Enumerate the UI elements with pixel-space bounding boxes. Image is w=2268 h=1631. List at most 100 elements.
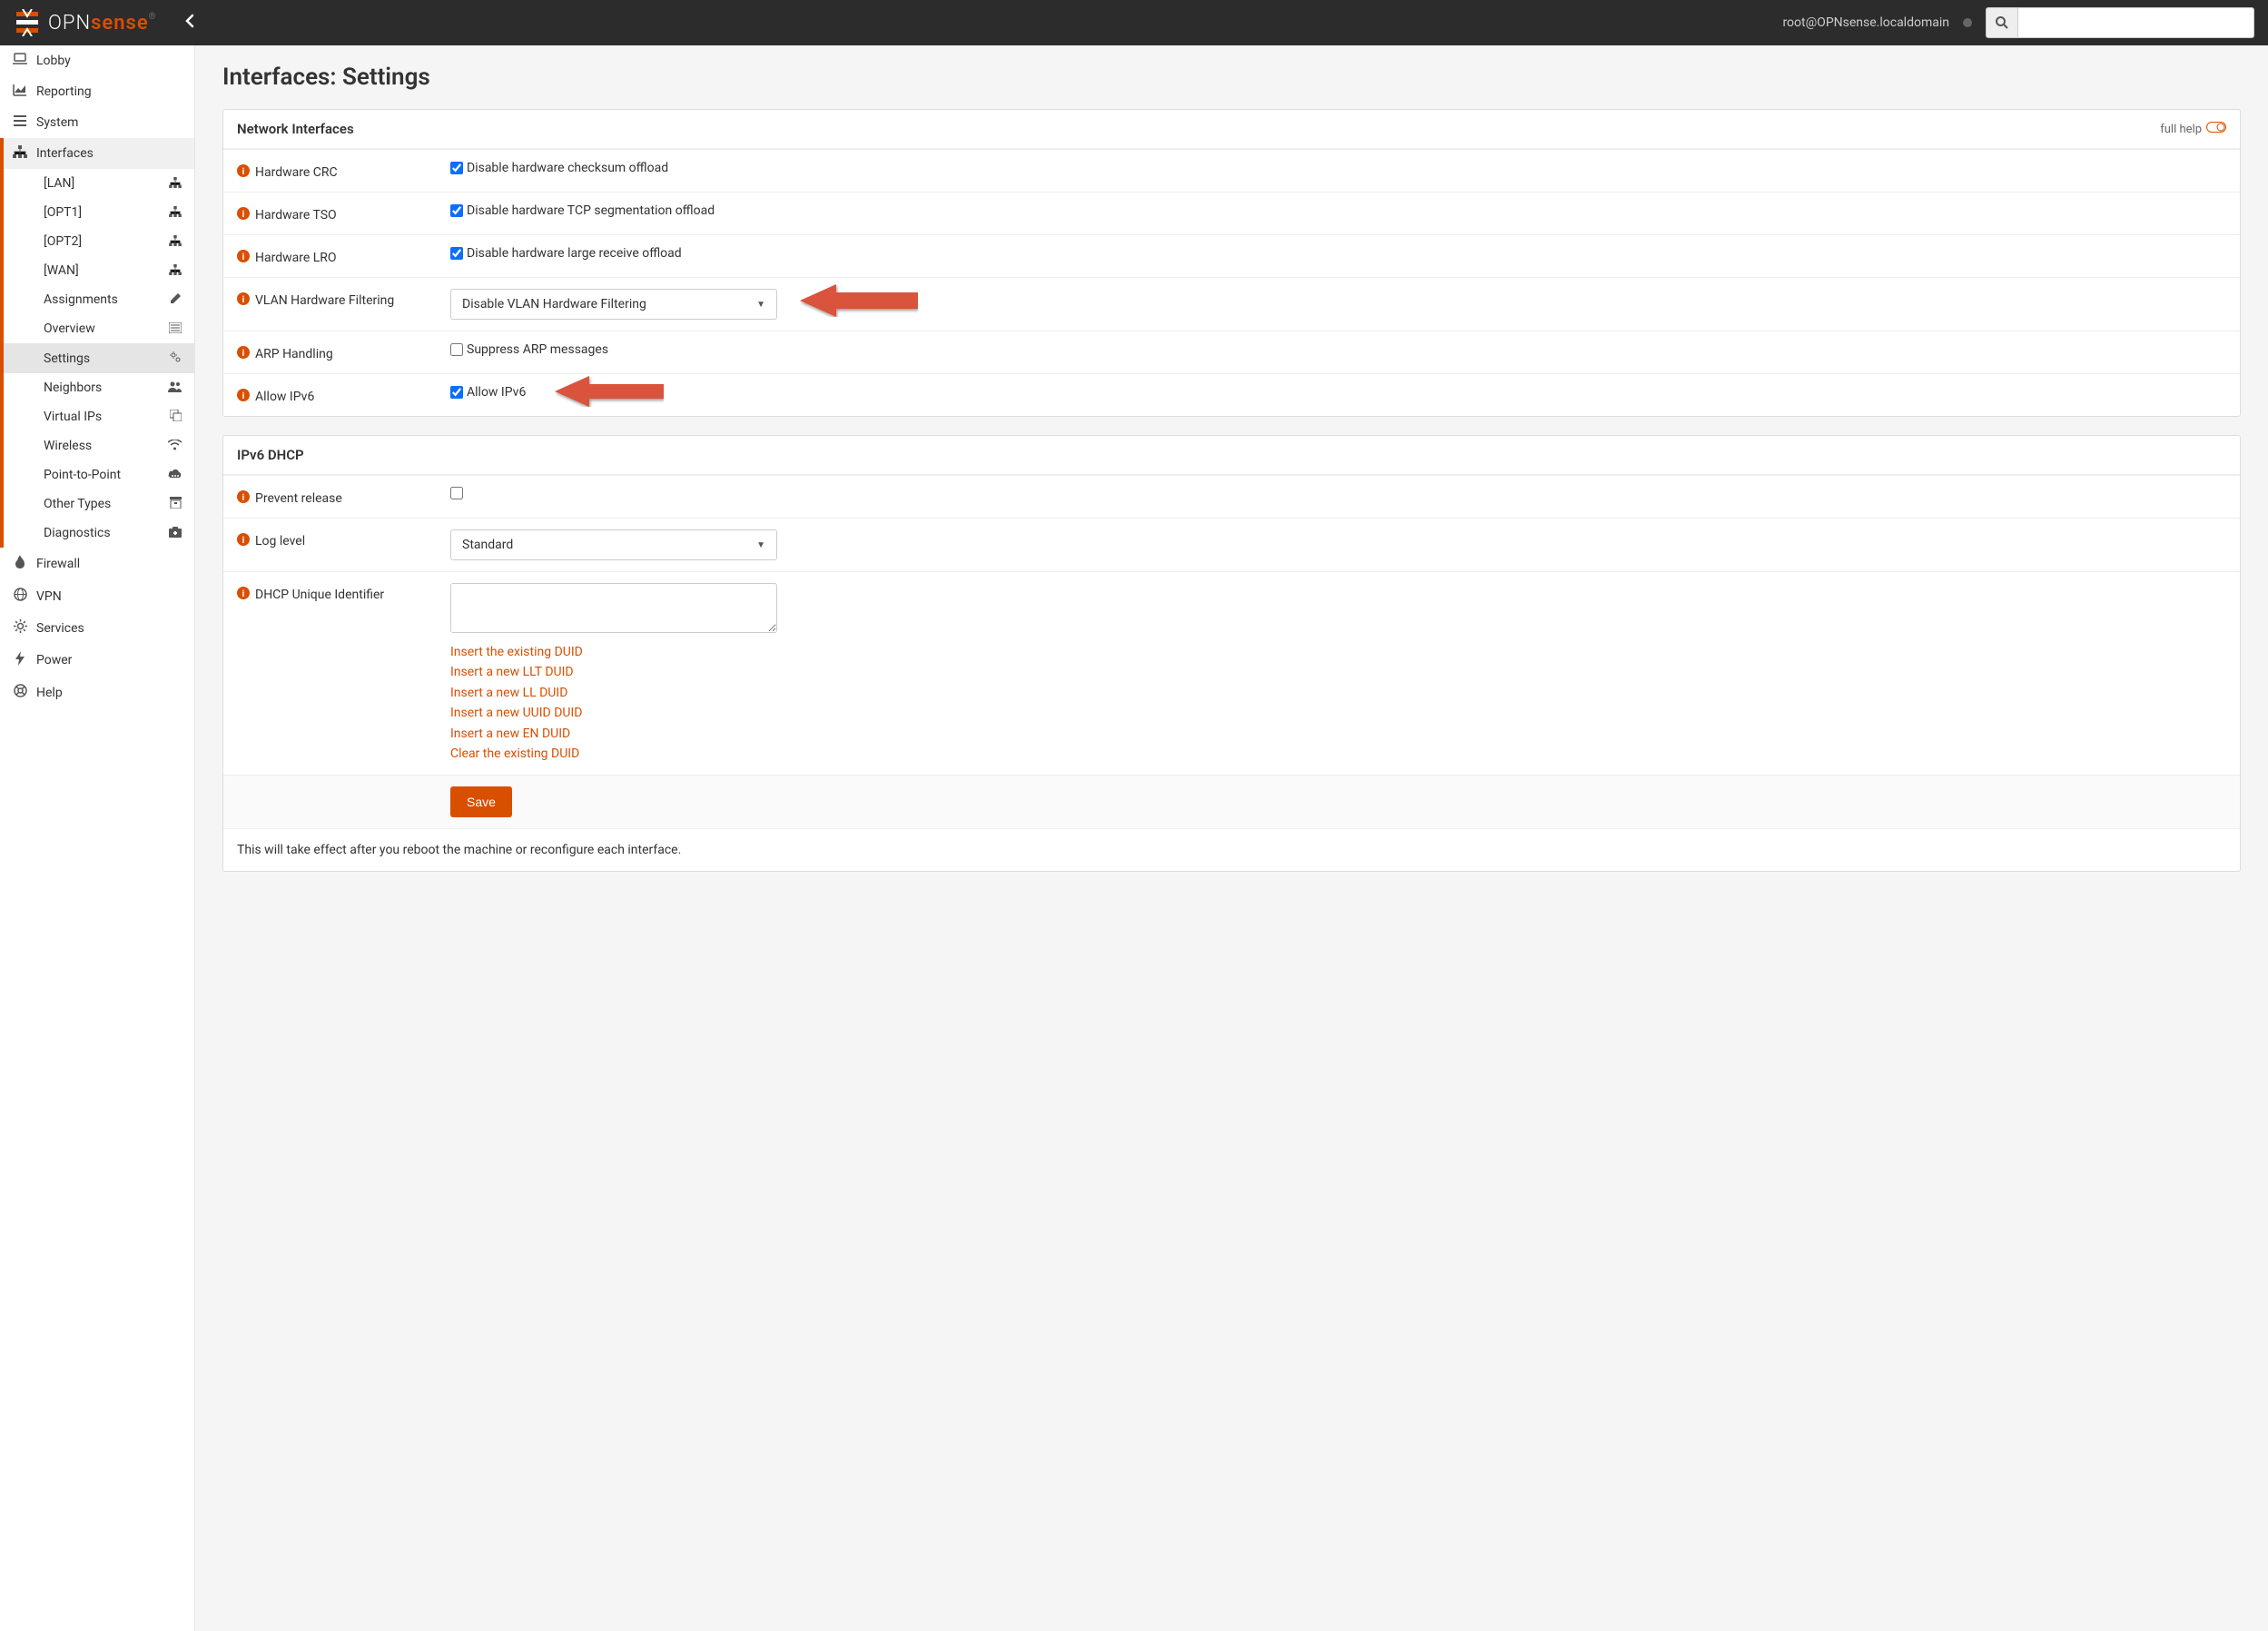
sidebar-item-lobby[interactable]: Lobby xyxy=(0,45,194,76)
fire-icon xyxy=(13,555,27,573)
save-button[interactable]: Save xyxy=(450,786,512,817)
duid-link[interactable]: Insert a new EN DUID xyxy=(450,724,2226,744)
svg-text:i: i xyxy=(242,391,245,401)
sidebar-sub-opt1[interactable]: [OPT1] xyxy=(0,198,194,227)
full-help-toggle[interactable]: full help xyxy=(2160,122,2226,136)
sidebar-item-label: [WAN] xyxy=(44,263,79,278)
duid-link[interactable]: Clear the existing DUID xyxy=(450,744,2226,764)
sidebar-item-label: Assignments xyxy=(44,292,118,307)
sidebar-item-label: Overview xyxy=(44,321,95,336)
checkbox-hardware-tso[interactable] xyxy=(450,204,463,217)
app-header: OPNsense® root@OPNsense.localdomain xyxy=(0,0,2268,45)
sidebar-item-label: Point-to-Point xyxy=(44,468,121,482)
status-dot-icon[interactable] xyxy=(1963,18,1972,27)
info-icon[interactable]: i xyxy=(237,587,250,603)
duid-link[interactable]: Insert a new LLT DUID xyxy=(450,662,2226,682)
info-icon[interactable]: i xyxy=(237,207,250,223)
sidebar-item-help[interactable]: Help xyxy=(0,677,194,708)
search-icon xyxy=(1996,16,2008,29)
sidebar-sub-other-types[interactable]: Other Types xyxy=(0,489,194,519)
info-icon[interactable]: i xyxy=(237,533,250,549)
search-input[interactable] xyxy=(2018,7,2254,38)
sidebar-sub-overview[interactable]: Overview xyxy=(0,314,194,343)
page-title: Interfaces: Settings xyxy=(222,64,2241,91)
area-chart-icon xyxy=(13,84,27,100)
svg-text:i: i xyxy=(242,295,245,305)
sidebar-sub-point-to-point[interactable]: Point-to-Point xyxy=(0,460,194,489)
sidebar-item-label: [OPT1] xyxy=(44,205,82,220)
duid-link[interactable]: Insert a new UUID DUID xyxy=(450,703,2226,723)
svg-text:i: i xyxy=(242,589,245,599)
search-group xyxy=(1986,7,2254,38)
sidebar-item-vpn[interactable]: VPN xyxy=(0,580,194,612)
sidebar-sub-wan[interactable]: [WAN] xyxy=(0,256,194,285)
checkbox-label: Disable hardware checksum offload xyxy=(467,161,668,175)
duid-link[interactable]: Insert a new LL DUID xyxy=(450,683,2226,703)
sidebar-item-label: Firewall xyxy=(36,557,80,571)
checkbox-hardware-lro[interactable] xyxy=(450,247,463,260)
sidebar-item-reporting[interactable]: Reporting xyxy=(0,76,194,107)
brand-logo[interactable]: OPNsense® xyxy=(14,9,157,36)
sidebar-sub-neighbors[interactable]: Neighbors xyxy=(0,373,194,402)
medkit-icon xyxy=(169,527,182,540)
svg-text:i: i xyxy=(242,536,245,546)
checkbox-label: Suppress ARP messages xyxy=(467,342,608,357)
sidebar-item-system[interactable]: System xyxy=(0,107,194,138)
sidebar-sub-settings[interactable]: Settings xyxy=(0,343,194,373)
field-label-prevent-release: Prevent release xyxy=(255,491,342,506)
checkbox-arp[interactable] xyxy=(450,343,463,356)
life-ring-icon xyxy=(13,684,27,701)
info-icon[interactable]: i xyxy=(237,346,250,362)
sidebar-item-label: Settings xyxy=(44,351,90,366)
textarea-duid[interactable] xyxy=(450,583,777,633)
sidebar-item-label: Reporting xyxy=(36,84,92,99)
field-label-duid: DHCP Unique Identifier xyxy=(255,588,384,602)
sidebar-item-label: Other Types xyxy=(44,497,111,511)
user-label: root@OPNsense.localdomain xyxy=(1782,15,1949,30)
svg-text:i: i xyxy=(242,493,245,503)
sidebar-sub-opt2[interactable]: [OPT2] xyxy=(0,227,194,256)
sidebar-item-interfaces[interactable]: Interfaces xyxy=(0,138,194,169)
field-label-ipv6: Allow IPv6 xyxy=(255,390,314,404)
globe-icon xyxy=(13,588,27,605)
sidebar-item-power[interactable]: Power xyxy=(0,644,194,677)
select-vlan-filtering[interactable]: Disable VLAN Hardware Filtering ▼ xyxy=(450,289,777,320)
panel-title: IPv6 DHCP xyxy=(237,447,304,463)
checkbox-allow-ipv6[interactable] xyxy=(450,386,463,399)
sidebar-item-label: Diagnostics xyxy=(44,526,111,540)
header-right: root@OPNsense.localdomain xyxy=(1782,7,2254,38)
sidebar-item-firewall[interactable]: Firewall xyxy=(0,548,194,580)
sidebar-item-label: Neighbors xyxy=(44,381,102,395)
field-label-arp: ARP Handling xyxy=(255,347,333,361)
sidebar-sub-assignments[interactable]: Assignments xyxy=(0,285,194,314)
select-value: Standard xyxy=(462,538,513,552)
svg-text:i: i xyxy=(242,349,245,359)
panel-title: Network Interfaces xyxy=(237,121,354,137)
info-icon[interactable]: i xyxy=(237,490,250,507)
sidebar-sub-diagnostics[interactable]: Diagnostics xyxy=(0,519,194,548)
checkbox-prevent-release[interactable] xyxy=(450,487,463,499)
list-icon xyxy=(13,114,27,131)
sidebar-sub-lan[interactable]: [LAN] xyxy=(0,169,194,198)
info-icon[interactable]: i xyxy=(237,250,250,266)
sidebar-item-label: [LAN] xyxy=(44,176,74,191)
info-icon[interactable]: i xyxy=(237,292,250,309)
sitemap-icon xyxy=(13,145,27,162)
toggle-off-icon xyxy=(2206,122,2226,136)
sidebar-toggle-button[interactable] xyxy=(184,13,195,33)
sidebar-item-services[interactable]: Services xyxy=(0,612,194,644)
search-button[interactable] xyxy=(1986,7,2018,38)
sidebar-item-label: Wireless xyxy=(44,439,92,453)
checkbox-label: Disable hardware large receive offload xyxy=(467,246,682,261)
info-icon[interactable]: i xyxy=(237,389,250,405)
checkbox-label: Disable hardware TCP segmentation offloa… xyxy=(467,203,715,218)
select-log-level[interactable]: Standard ▼ xyxy=(450,529,777,560)
info-icon[interactable]: i xyxy=(237,164,250,181)
field-label-vlan: VLAN Hardware Filtering xyxy=(255,293,394,308)
duid-link[interactable]: Insert the existing DUID xyxy=(450,642,2226,662)
sitemap-icon xyxy=(169,235,182,249)
users-icon xyxy=(168,381,182,395)
sidebar-sub-virtual-ips[interactable]: Virtual IPs xyxy=(0,402,194,431)
sidebar-sub-wireless[interactable]: Wireless xyxy=(0,431,194,460)
checkbox-hardware-crc[interactable] xyxy=(450,162,463,174)
